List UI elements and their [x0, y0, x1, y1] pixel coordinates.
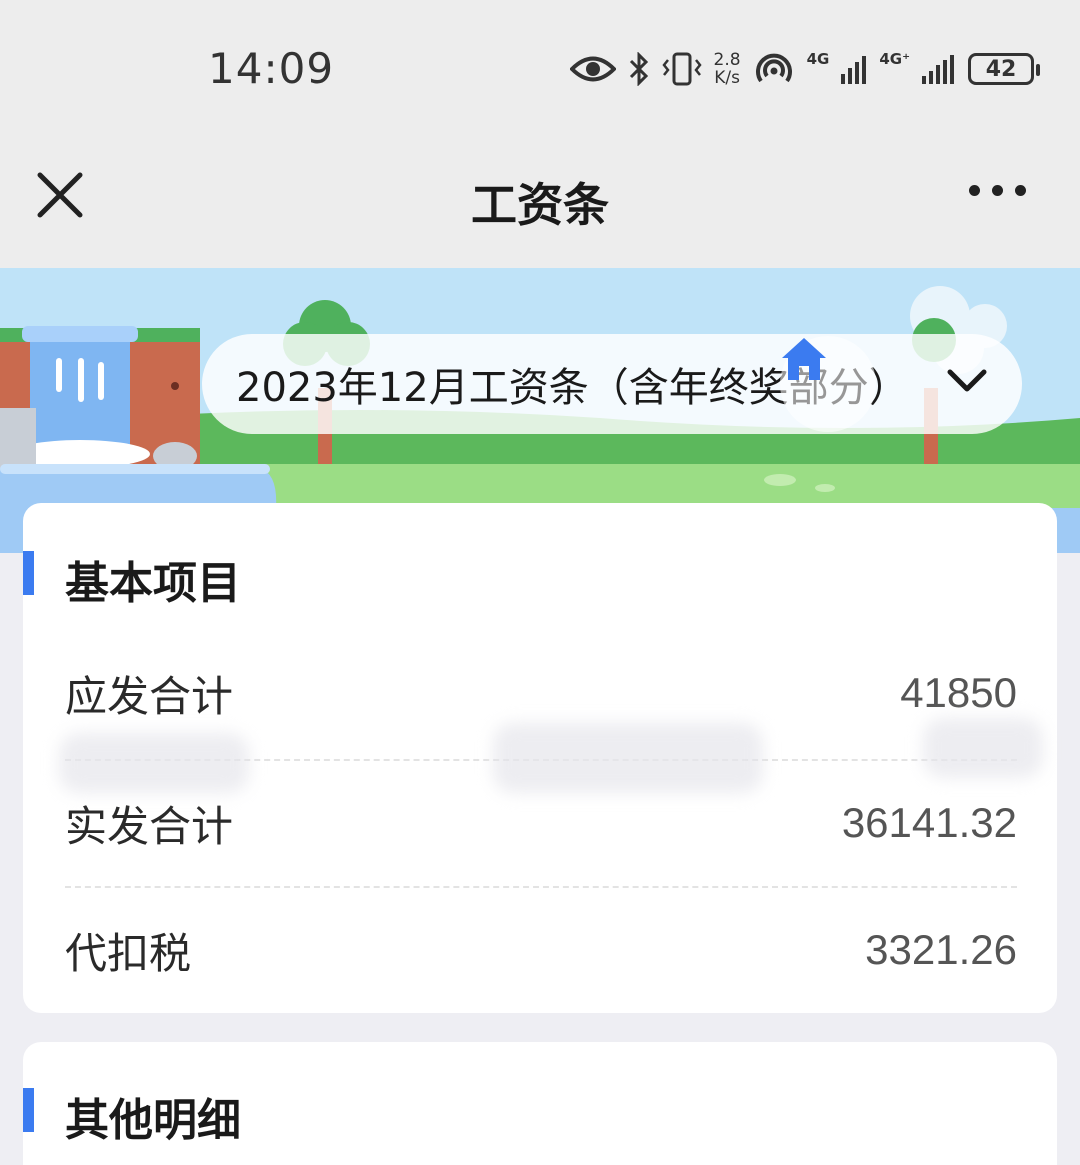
row-label: 代扣税	[65, 928, 192, 978]
more-dot-icon	[1015, 185, 1026, 196]
more-button[interactable]	[969, 185, 1026, 196]
page-title: 工资条	[471, 178, 609, 232]
home-icon	[782, 338, 826, 380]
more-dot-icon	[969, 185, 980, 196]
row-label: 实发合计	[65, 801, 234, 851]
basic-items-card: 基本项目 应发合计 41850 实发合计 36141.32 代扣税 3321.2…	[23, 503, 1057, 1013]
eye-icon	[569, 54, 616, 84]
row-value: 41850	[900, 669, 1017, 716]
status-icons: 2.8 K/s 4G 4G⁺ 42	[569, 46, 1040, 92]
network-type-1: 4G	[806, 50, 830, 68]
watermark-blur	[59, 733, 249, 793]
row-value: 36141.32	[841, 799, 1017, 846]
section-accent-bar	[23, 551, 34, 595]
network-speed: 2.8 K/s	[714, 51, 741, 87]
status-bar: 14:09 2.8 K/s 4G 4G⁺ 42	[0, 0, 1080, 135]
status-time: 14:09	[208, 44, 335, 93]
vibrate-icon	[661, 52, 702, 86]
signal-icon	[841, 54, 867, 84]
chevron-down-icon	[947, 369, 987, 392]
list-item: 代扣税 3321.26	[65, 886, 1017, 1014]
nav-bar: 工资条	[0, 135, 1080, 268]
row-value: 3321.26	[865, 926, 1017, 973]
watermark-blur	[923, 718, 1043, 778]
section-title: 其他明细	[65, 1095, 241, 1146]
network-speed-unit: K/s	[714, 68, 740, 88]
other-details-card: 其他明细	[23, 1042, 1057, 1165]
hotspot-icon	[753, 51, 795, 87]
signal-icon	[922, 54, 956, 84]
watermark-blur	[493, 723, 763, 793]
section-title: 基本项目	[65, 558, 241, 609]
section-accent-bar	[23, 1088, 34, 1132]
more-dot-icon	[992, 185, 1003, 196]
battery-level: 42	[985, 56, 1017, 82]
network-type-2: 4G⁺	[879, 50, 910, 68]
row-label: 应发合计	[65, 671, 234, 721]
period-selector[interactable]: 2023年12月工资条（含年终奖部分）	[202, 334, 1022, 434]
bluetooth-icon	[628, 52, 650, 86]
battery-icon: 42	[968, 53, 1040, 85]
home-button[interactable]	[780, 336, 876, 432]
network-speed-value: 2.8	[713, 50, 741, 70]
